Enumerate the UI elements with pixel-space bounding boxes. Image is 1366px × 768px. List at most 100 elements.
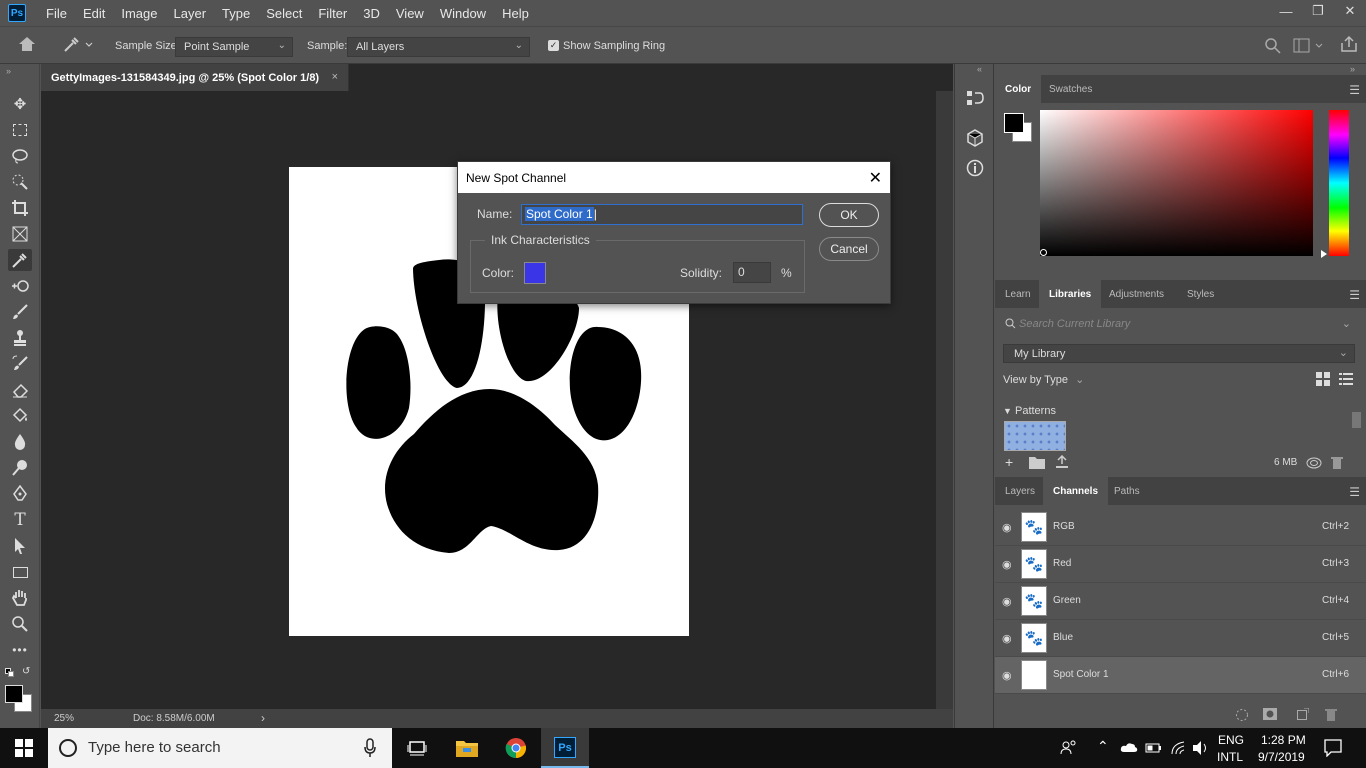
default-colors-icon[interactable] <box>5 668 15 678</box>
action-center-icon[interactable] <box>1324 739 1342 760</box>
collapse-icon[interactable]: » <box>6 66 11 76</box>
status-chevron-right-icon[interactable]: › <box>261 711 265 725</box>
history-icon[interactable] <box>965 88 985 108</box>
language-top[interactable]: ENG <box>1218 733 1244 747</box>
menu-edit[interactable]: Edit <box>75 6 113 21</box>
sample-size-select[interactable]: Point Sample ⌄ <box>175 37 293 57</box>
eye-icon[interactable]: ◉ <box>1002 558 1012 571</box>
eye-icon[interactable]: ◉ <box>1002 521 1012 534</box>
type-tool-icon[interactable]: T <box>8 509 32 531</box>
share-icon[interactable] <box>1340 35 1358 56</box>
add-icon[interactable]: + <box>1005 454 1013 470</box>
menu-view[interactable]: View <box>388 6 432 21</box>
quick-selection-tool-icon[interactable] <box>8 171 32 193</box>
save-selection-icon[interactable] <box>1263 708 1277 723</box>
search-icon[interactable] <box>1264 37 1282 58</box>
tab-swatches[interactable]: Swatches <box>1039 75 1102 103</box>
minimize-icon[interactable]: — <box>1270 0 1302 22</box>
document-tab[interactable]: GettyImages-131584349.jpg @ 25% (Spot Co… <box>41 64 349 91</box>
menu-file[interactable]: File <box>38 6 75 21</box>
tab-layers[interactable]: Layers <box>995 477 1045 505</box>
3d-icon[interactable] <box>965 128 985 148</box>
view-by-type-dropdown[interactable]: View by Type ⌄ <box>1003 373 1084 386</box>
rectangle-tool-icon[interactable] <box>8 561 32 583</box>
info-icon[interactable] <box>965 158 985 178</box>
library-search-input[interactable]: Search Current Library ⌄ <box>1003 315 1355 335</box>
solidity-input[interactable]: 0 <box>733 262 771 283</box>
menu-3d[interactable]: 3D <box>355 6 388 21</box>
hand-tool-icon[interactable] <box>8 587 32 609</box>
pattern-thumbnail[interactable] <box>1004 421 1066 451</box>
eye-icon[interactable]: ◉ <box>1002 632 1012 645</box>
ink-color-swatch[interactable] <box>524 262 546 284</box>
channel-row[interactable]: ◉ 🐾 Blue Ctrl+5 <box>995 620 1366 657</box>
swap-colors-icon[interactable]: ↺ <box>22 666 30 677</box>
menu-select[interactable]: Select <box>258 6 310 21</box>
menu-filter[interactable]: Filter <box>310 6 355 21</box>
healing-brush-tool-icon[interactable] <box>8 275 32 297</box>
crop-tool-icon[interactable] <box>8 197 32 219</box>
menu-window[interactable]: Window <box>432 6 494 21</box>
marquee-tool-icon[interactable] <box>8 119 32 141</box>
tab-learn[interactable]: Learn <box>995 280 1041 308</box>
expand-panels-icon[interactable]: « <box>977 64 982 74</box>
tab-paths[interactable]: Paths <box>1104 477 1150 505</box>
home-icon[interactable] <box>18 36 36 55</box>
taskbar-search-box[interactable]: Type here to search <box>48 728 392 768</box>
volume-icon[interactable] <box>1192 740 1210 759</box>
channel-row[interactable]: ◉ 🐾 RGB Ctrl+2 <box>995 509 1366 546</box>
paint-bucket-tool-icon[interactable] <box>8 405 32 427</box>
library-scrollbar[interactable] <box>1351 402 1361 446</box>
list-view-icon[interactable] <box>1339 372 1353 389</box>
clock-date[interactable]: 9/7/2019 <box>1258 750 1305 764</box>
channel-row[interactable]: ◉ 🐾 Green Ctrl+4 <box>995 583 1366 620</box>
brush-tool-icon[interactable] <box>8 301 32 323</box>
load-selection-icon[interactable] <box>1235 708 1249 725</box>
color-picker-handle[interactable] <box>1040 249 1047 256</box>
channel-row-selected[interactable]: ◉ Spot Color 1 Ctrl+6 <box>995 657 1366 694</box>
library-select[interactable]: My Library ⌄ <box>1003 344 1355 363</box>
move-tool-icon[interactable]: ✥ <box>8 93 32 115</box>
windows-start-button[interactable] <box>0 728 48 768</box>
tab-libraries[interactable]: Libraries <box>1039 280 1102 308</box>
menu-image[interactable]: Image <box>113 6 165 21</box>
more-tools-icon[interactable]: ••• <box>8 639 32 661</box>
zoom-level[interactable]: 25% <box>54 713 74 724</box>
tab-color[interactable]: Color <box>995 75 1042 103</box>
zoom-tool-icon[interactable] <box>8 613 32 635</box>
ok-button[interactable]: OK <box>819 203 879 227</box>
restore-icon[interactable]: ❐ <box>1302 0 1334 22</box>
close-icon[interactable]: ✕ <box>869 168 882 188</box>
eyedropper-tool-icon[interactable] <box>8 249 32 271</box>
clock-time[interactable]: 1:28 PM <box>1261 733 1306 747</box>
menu-type[interactable]: Type <box>214 6 258 21</box>
language-bottom[interactable]: INTL <box>1217 750 1243 764</box>
tab-channels[interactable]: Channels <box>1043 477 1109 505</box>
chrome-icon[interactable] <box>504 736 528 760</box>
people-icon[interactable] <box>1060 739 1078 760</box>
battery-icon[interactable] <box>1145 742 1163 757</box>
onedrive-icon[interactable] <box>1120 741 1138 756</box>
folder-icon[interactable] <box>1029 456 1045 472</box>
color-picker-field[interactable] <box>1040 110 1313 256</box>
path-selection-tool-icon[interactable] <box>8 535 32 557</box>
eye-icon[interactable]: ◉ <box>1002 669 1012 682</box>
foreground-color-swatch[interactable] <box>5 685 23 703</box>
blur-tool-icon[interactable] <box>8 431 32 453</box>
frame-tool-icon[interactable] <box>8 223 32 245</box>
history-brush-tool-icon[interactable] <box>8 353 32 375</box>
lasso-tool-icon[interactable] <box>8 145 32 167</box>
sample-select[interactable]: All Layers ⌄ <box>347 37 530 57</box>
wifi-icon[interactable] <box>1170 740 1188 759</box>
menu-layer[interactable]: Layer <box>166 6 215 21</box>
microphone-icon[interactable] <box>364 738 376 762</box>
cancel-button[interactable]: Cancel <box>819 237 879 261</box>
menu-help[interactable]: Help <box>494 6 537 21</box>
channel-row[interactable]: ◉ 🐾 Red Ctrl+3 <box>995 546 1366 583</box>
vertical-scrollbar[interactable] <box>936 91 953 709</box>
channel-name-input[interactable]: Spot Color 1| <box>521 204 803 225</box>
trash-icon[interactable] <box>1331 456 1343 472</box>
tab-adjustments[interactable]: Adjustments <box>1099 280 1174 308</box>
chevron-down-icon[interactable]: ⌄ <box>1342 317 1351 330</box>
pen-tool-icon[interactable] <box>8 483 32 505</box>
